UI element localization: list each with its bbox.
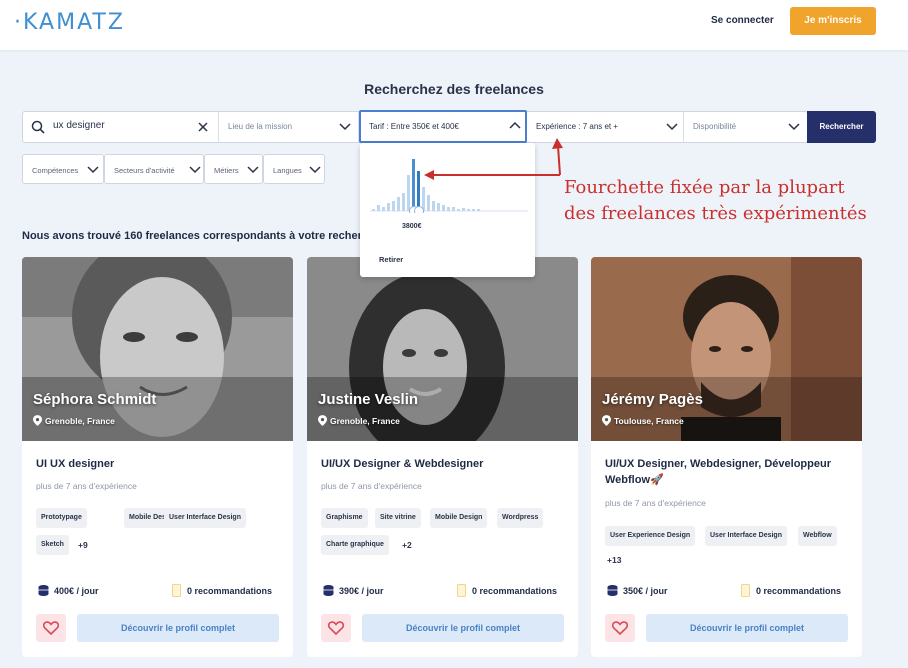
skill-tag: User Interface Design [705, 526, 787, 546]
chevron-down-icon [788, 123, 800, 131]
filter-secteurs[interactable]: Secteurs d'activité [104, 154, 204, 184]
job-title: UI/UX Designer & Webdesigner [321, 458, 484, 470]
chevron-down-icon [339, 123, 351, 131]
filter-langues[interactable]: Langues [263, 154, 325, 184]
clear-icon[interactable] [198, 122, 208, 132]
signup-button[interactable]: Je m'inscris [790, 7, 876, 35]
annotation-text: Fourchette fixée par la plupart des free… [564, 175, 867, 227]
site-header: ·KAMATZ Se connecter Je m'inscris [0, 0, 908, 50]
profile-photo [22, 257, 293, 441]
skill-tag: Site vitrine [375, 508, 421, 528]
result-count: Nous avons trouvé 160 freelances corresp… [22, 230, 362, 242]
tarif-select[interactable]: Tarif : Entre 350€ et 400€ [359, 110, 527, 143]
experience-text: plus de 7 ans d'expérience [321, 481, 422, 491]
map-pin-icon [33, 415, 42, 426]
freelancer-name: Jérémy Pagès [602, 391, 703, 408]
experience-select[interactable]: Expérience : 7 ans et + [528, 112, 684, 142]
chevron-down-icon [87, 166, 99, 174]
availability-select[interactable]: Disponibilité [684, 112, 808, 142]
location-select[interactable]: Lieu de la mission [219, 112, 359, 142]
job-title: UI/UX Designer, Webdesigner, Développeur… [605, 458, 831, 486]
skill-tag: Prototypage [36, 508, 87, 528]
more-tags[interactable]: +9 [78, 540, 88, 550]
skill-tag: User Interface Design [164, 508, 246, 528]
discover-profile-button[interactable]: Découvrir le profil complet [646, 614, 848, 642]
experience-text: plus de 7 ans d'expérience [605, 498, 706, 508]
favorite-button[interactable] [321, 614, 351, 642]
rate-histogram[interactable] [370, 157, 528, 213]
daily-rate: 350€ / jour [606, 584, 668, 597]
daily-rate: 390€ / jour [322, 584, 384, 597]
selected-rate-value: 3800€ [402, 223, 422, 230]
freelancer-name: Justine Veslin [318, 391, 419, 408]
favorite-button[interactable] [36, 614, 66, 642]
recommendations: 0 recommandations [172, 584, 272, 597]
experience-label: Expérience : 7 ans et + [536, 122, 619, 131]
tarif-label: Tarif : Entre 350€ et 400€ [369, 122, 459, 131]
keyword-input[interactable] [53, 120, 193, 131]
freelancer-location: Toulouse, France [602, 415, 684, 426]
coins-icon [607, 585, 618, 596]
heart-icon [43, 621, 59, 635]
filter-competences[interactable]: Compétences [22, 154, 104, 184]
recommendations: 0 recommandations [457, 584, 557, 597]
heart-icon [328, 621, 344, 635]
search-title: Recherchez des freelances [364, 81, 544, 97]
badge-icon [457, 584, 466, 597]
annotation-line: des freelances très expérimentés [564, 203, 867, 224]
availability-placeholder: Disponibilité [693, 122, 737, 131]
discover-profile-button[interactable]: Découvrir le profil complet [362, 614, 564, 642]
login-link[interactable]: Se connecter [711, 15, 774, 26]
keyword-segment [23, 112, 219, 142]
coins-icon [323, 585, 334, 596]
freelancer-card[interactable]: Séphora Schmidt Grenoble, France UI UX d… [22, 257, 293, 657]
chevron-down-icon [189, 166, 201, 174]
skill-tag: Wordpress [497, 508, 544, 528]
filter-metiers[interactable]: Métiers [204, 154, 263, 184]
badge-icon [172, 584, 181, 597]
search-button[interactable]: Rechercher [807, 111, 876, 143]
freelancer-location: Grenoble, France [318, 415, 400, 426]
skill-tag: Charte graphique [321, 535, 389, 555]
freelancer-location: Grenoble, France [33, 415, 115, 426]
skill-tag: Mobile Design [430, 508, 488, 528]
chevron-down-icon [247, 166, 259, 174]
logo-dot-icon: · [14, 10, 23, 35]
skill-tag: User Experience Design [605, 526, 696, 546]
map-pin-icon [318, 415, 327, 426]
logo[interactable]: ·KAMATZ [14, 10, 125, 35]
recommendations: 0 recommandations [741, 584, 841, 597]
annotation-line: Fourchette fixée par la plupart [564, 177, 845, 198]
search-icon [31, 120, 45, 134]
coins-icon [38, 585, 49, 596]
profile-photo [591, 257, 862, 441]
profile-photo [307, 257, 578, 441]
map-pin-icon [602, 415, 611, 426]
location-placeholder: Lieu de la mission [228, 122, 293, 131]
more-tags[interactable]: +13 [607, 555, 621, 565]
heart-icon [612, 621, 628, 635]
skill-tag: Graphisme [321, 508, 368, 528]
discover-profile-button[interactable]: Découvrir le profil complet [77, 614, 279, 642]
tarif-dropdown: 3800€ Retirer [360, 143, 535, 277]
freelancer-card[interactable]: Jérémy Pagès Toulouse, France UI/UX Desi… [591, 257, 862, 657]
remove-filter-link[interactable]: Retirer [379, 255, 403, 264]
freelancer-card[interactable]: Justine Veslin Grenoble, France UI/UX De… [307, 257, 578, 657]
chevron-down-icon [666, 123, 678, 131]
chevron-down-icon [309, 166, 321, 174]
job-title: UI UX designer [36, 458, 115, 470]
experience-text: plus de 7 ans d'expérience [36, 481, 137, 491]
freelancer-name: Séphora Schmidt [33, 391, 157, 408]
badge-icon [741, 584, 750, 597]
more-tags[interactable]: +2 [402, 540, 412, 550]
daily-rate: 400€ / jour [37, 584, 99, 597]
skill-tag: Webflow [798, 526, 837, 546]
favorite-button[interactable] [605, 614, 635, 642]
chevron-up-icon [509, 121, 521, 129]
skill-tag: Sketch [36, 535, 69, 555]
